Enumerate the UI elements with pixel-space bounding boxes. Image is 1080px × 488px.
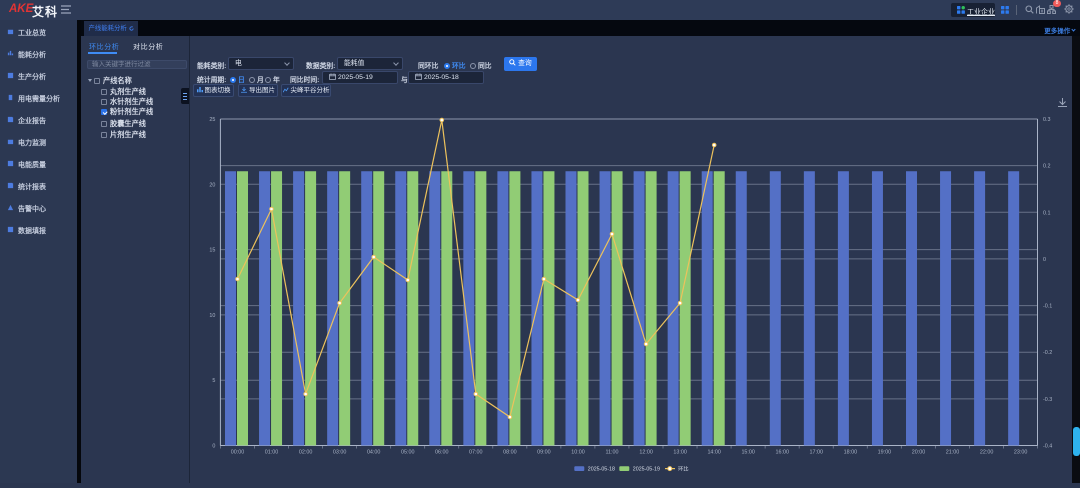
svg-text:11:00: 11:00 [605, 450, 618, 456]
svg-text:0.2: 0.2 [1043, 164, 1051, 170]
svg-text:19:00: 19:00 [878, 450, 892, 456]
svg-text:20:00: 20:00 [912, 450, 926, 456]
svg-text:环比: 环比 [678, 465, 689, 473]
svg-text:15:00: 15:00 [741, 450, 755, 456]
svg-text:09:00: 09:00 [537, 450, 551, 456]
svg-text:-0.2: -0.2 [1043, 350, 1052, 356]
svg-text:05:00: 05:00 [401, 450, 415, 456]
svg-text:2025-05-19: 2025-05-19 [633, 467, 660, 473]
svg-text:06:00: 06:00 [435, 450, 449, 456]
svg-text:2025-05-18: 2025-05-18 [588, 467, 615, 473]
svg-text:-0.1: -0.1 [1043, 304, 1052, 310]
svg-text:23:00: 23:00 [1014, 450, 1028, 456]
svg-text:20: 20 [209, 182, 215, 188]
svg-text:03:00: 03:00 [333, 450, 347, 456]
svg-text:0.3: 0.3 [1043, 117, 1051, 123]
svg-text:01:00: 01:00 [265, 450, 279, 456]
svg-text:10:00: 10:00 [571, 450, 585, 456]
svg-text:08:00: 08:00 [503, 450, 517, 456]
svg-text:21:00: 21:00 [946, 450, 960, 456]
svg-text:07:00: 07:00 [469, 450, 483, 456]
svg-text:-0.3: -0.3 [1043, 397, 1052, 403]
svg-text:10: 10 [209, 313, 215, 319]
svg-text:16:00: 16:00 [776, 450, 790, 456]
svg-text:18:00: 18:00 [844, 450, 858, 456]
svg-text:5: 5 [212, 378, 215, 384]
svg-text:15: 15 [209, 248, 215, 254]
svg-text:17:00: 17:00 [810, 450, 824, 456]
svg-text:-0.4: -0.4 [1043, 444, 1052, 450]
svg-text:0: 0 [1043, 257, 1046, 263]
svg-text:0.1: 0.1 [1043, 210, 1051, 216]
svg-text:04:00: 04:00 [367, 450, 381, 456]
svg-text:22:00: 22:00 [980, 450, 994, 456]
svg-text:14:00: 14:00 [707, 450, 721, 456]
svg-text:0: 0 [212, 444, 215, 450]
svg-text:00:00: 00:00 [231, 450, 245, 456]
svg-text:25: 25 [209, 117, 215, 123]
svg-text:13:00: 13:00 [673, 450, 687, 456]
svg-text:12:00: 12:00 [639, 450, 653, 456]
svg-text:02:00: 02:00 [299, 450, 313, 456]
